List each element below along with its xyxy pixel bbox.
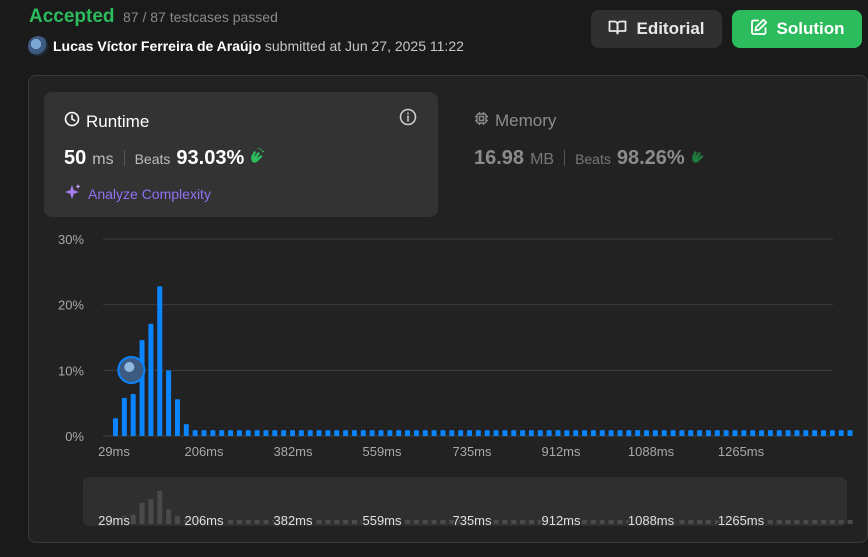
- mini-chart-bar: [528, 520, 534, 524]
- mini-chart-bar: [351, 520, 357, 524]
- mini-chart-bar: [130, 514, 136, 524]
- mini-chart-bar: [599, 520, 605, 524]
- mini-x-tick-label: 912ms: [541, 513, 581, 528]
- mini-x-tick-label: 206ms: [184, 513, 224, 528]
- mini-chart-bar: [590, 520, 596, 524]
- mini-chart-bar: [325, 520, 331, 524]
- mini-chart-bar: [767, 520, 773, 524]
- mini-chart-bar: [493, 520, 499, 524]
- mini-chart-bar: [697, 520, 703, 524]
- mini-chart-bar: [582, 520, 588, 524]
- mini-chart-bar: [413, 520, 419, 524]
- mini-chart-bar: [148, 499, 154, 524]
- mini-chart-bar: [812, 520, 818, 524]
- mini-chart-bar: [157, 490, 163, 524]
- mini-chart-bar: [254, 520, 260, 524]
- mini-chart-bar: [617, 520, 623, 524]
- mini-x-tick-label: 382ms: [273, 513, 313, 528]
- mini-chart-bar: [431, 520, 437, 524]
- mini-x-tick-label: 559ms: [362, 513, 402, 528]
- mini-chart-bar: [838, 520, 844, 524]
- mini-chart-bar: [803, 520, 809, 524]
- mini-chart-bar: [821, 520, 826, 524]
- mini-x-tick-label: 1088ms: [628, 513, 675, 528]
- mini-chart-bar: [166, 509, 172, 524]
- mini-chart-bar: [236, 520, 242, 524]
- mini-chart-bar: [688, 520, 694, 524]
- mini-chart-bar: [520, 520, 526, 524]
- chart-range-selector-overview: 29ms 206ms 382ms 559ms 735ms 912ms 1088ms 1265m…: [97, 490, 853, 530]
- mini-chart-bar: [405, 520, 411, 524]
- mini-chart-bar: [847, 520, 853, 524]
- mini-chart-bar: [422, 520, 428, 524]
- mini-x-tick-label: 1265ms: [718, 513, 765, 528]
- mini-chart-bar: [343, 520, 349, 524]
- mini-chart-bar: [263, 520, 269, 524]
- mini-chart-bar: [794, 520, 800, 524]
- mini-chart-bar: [174, 515, 180, 524]
- mini-chart-bar: [705, 520, 711, 524]
- mini-chart-bar: [139, 502, 145, 524]
- mini-x-tick-label: 735ms: [452, 513, 492, 528]
- mini-chart-bar: [511, 520, 517, 524]
- mini-chart-bar: [829, 520, 835, 524]
- mini-chart-bar: [245, 520, 251, 524]
- mini-chart-bar: [228, 520, 234, 524]
- mini-chart-bar: [608, 520, 614, 524]
- mini-chart-bar: [316, 520, 322, 524]
- mini-chart-bar: [502, 520, 508, 524]
- mini-chart-bar: [334, 520, 340, 524]
- mini-chart-bar: [679, 520, 685, 524]
- mini-chart-bar: [440, 520, 446, 524]
- mini-chart-bar: [785, 520, 791, 524]
- mini-chart-bar: [776, 520, 782, 524]
- mini-x-tick-label: 29ms: [98, 513, 130, 528]
